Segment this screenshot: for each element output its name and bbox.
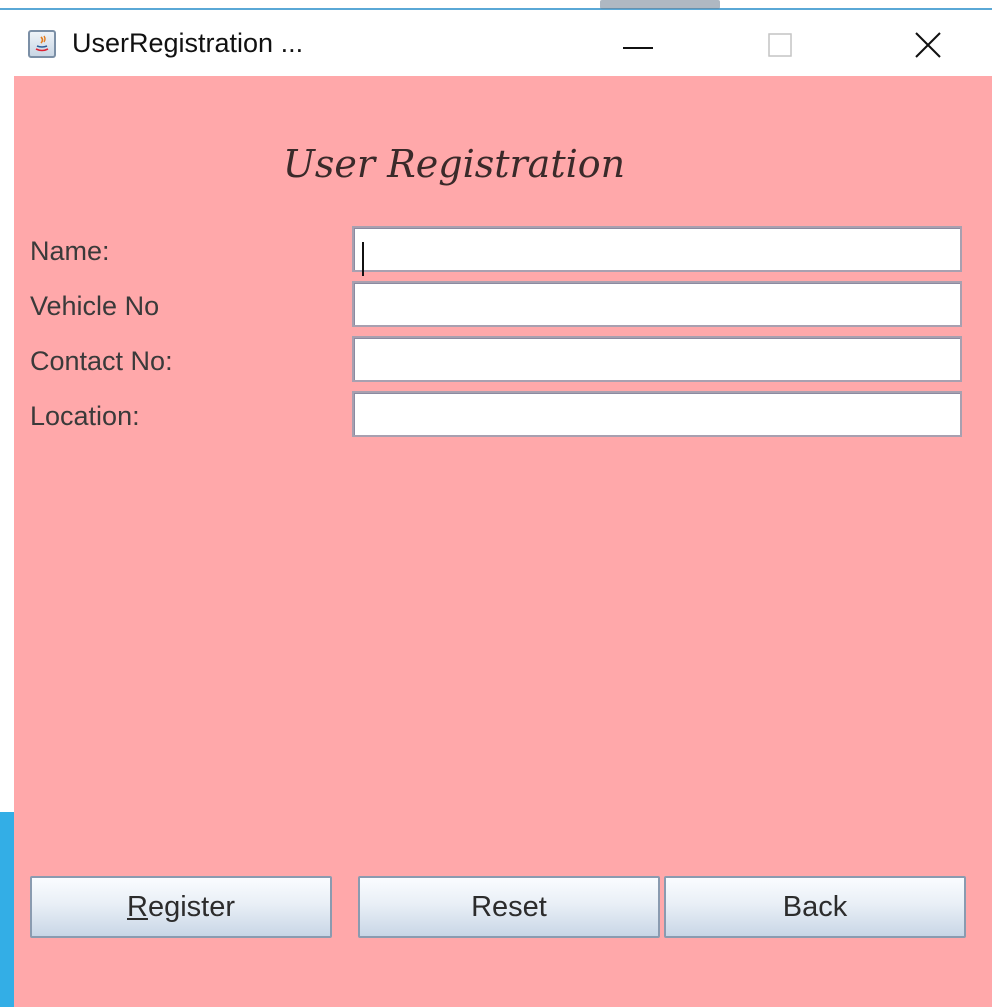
background-window-edge [0,0,992,12]
reset-label: Reset [471,890,547,923]
register-label: egister [147,890,235,923]
title-bar[interactable]: UserRegistration ... [14,14,992,76]
maximize-icon [768,33,792,57]
location-field[interactable] [352,391,962,437]
minimize-button[interactable] [598,20,678,70]
java-app-icon[interactable] [28,30,56,58]
vehicle-no-field[interactable] [352,281,962,327]
vehicle-no-label: Vehicle No [30,291,160,321]
background-accent-bar [0,812,14,1007]
name-label: Name: [30,236,110,266]
background-window-fragment [600,0,720,9]
contact-no-field[interactable] [352,336,962,382]
text-cursor [362,242,364,276]
page-title: User Registration [282,142,626,186]
back-button[interactable]: Back [664,876,966,938]
name-field[interactable] [352,226,962,272]
back-label: Back [782,890,848,923]
contact-no-label: Contact No: [30,346,173,376]
window-title: UserRegistration ... [72,28,304,58]
background-window-border [0,8,992,10]
minimize-icon [623,47,653,49]
close-icon [915,32,941,58]
maximize-button[interactable] [740,20,820,70]
location-label: Location: [30,401,140,431]
reset-button[interactable]: Reset [358,876,660,938]
user-registration-window: UserRegistration ... User Registration N… [14,14,992,1007]
register-button[interactable]: Register [30,876,332,938]
registration-panel: User Registration Name: Vehicle No Conta… [14,76,992,1007]
register-mnemonic: R [127,890,148,923]
close-button[interactable] [888,20,968,70]
